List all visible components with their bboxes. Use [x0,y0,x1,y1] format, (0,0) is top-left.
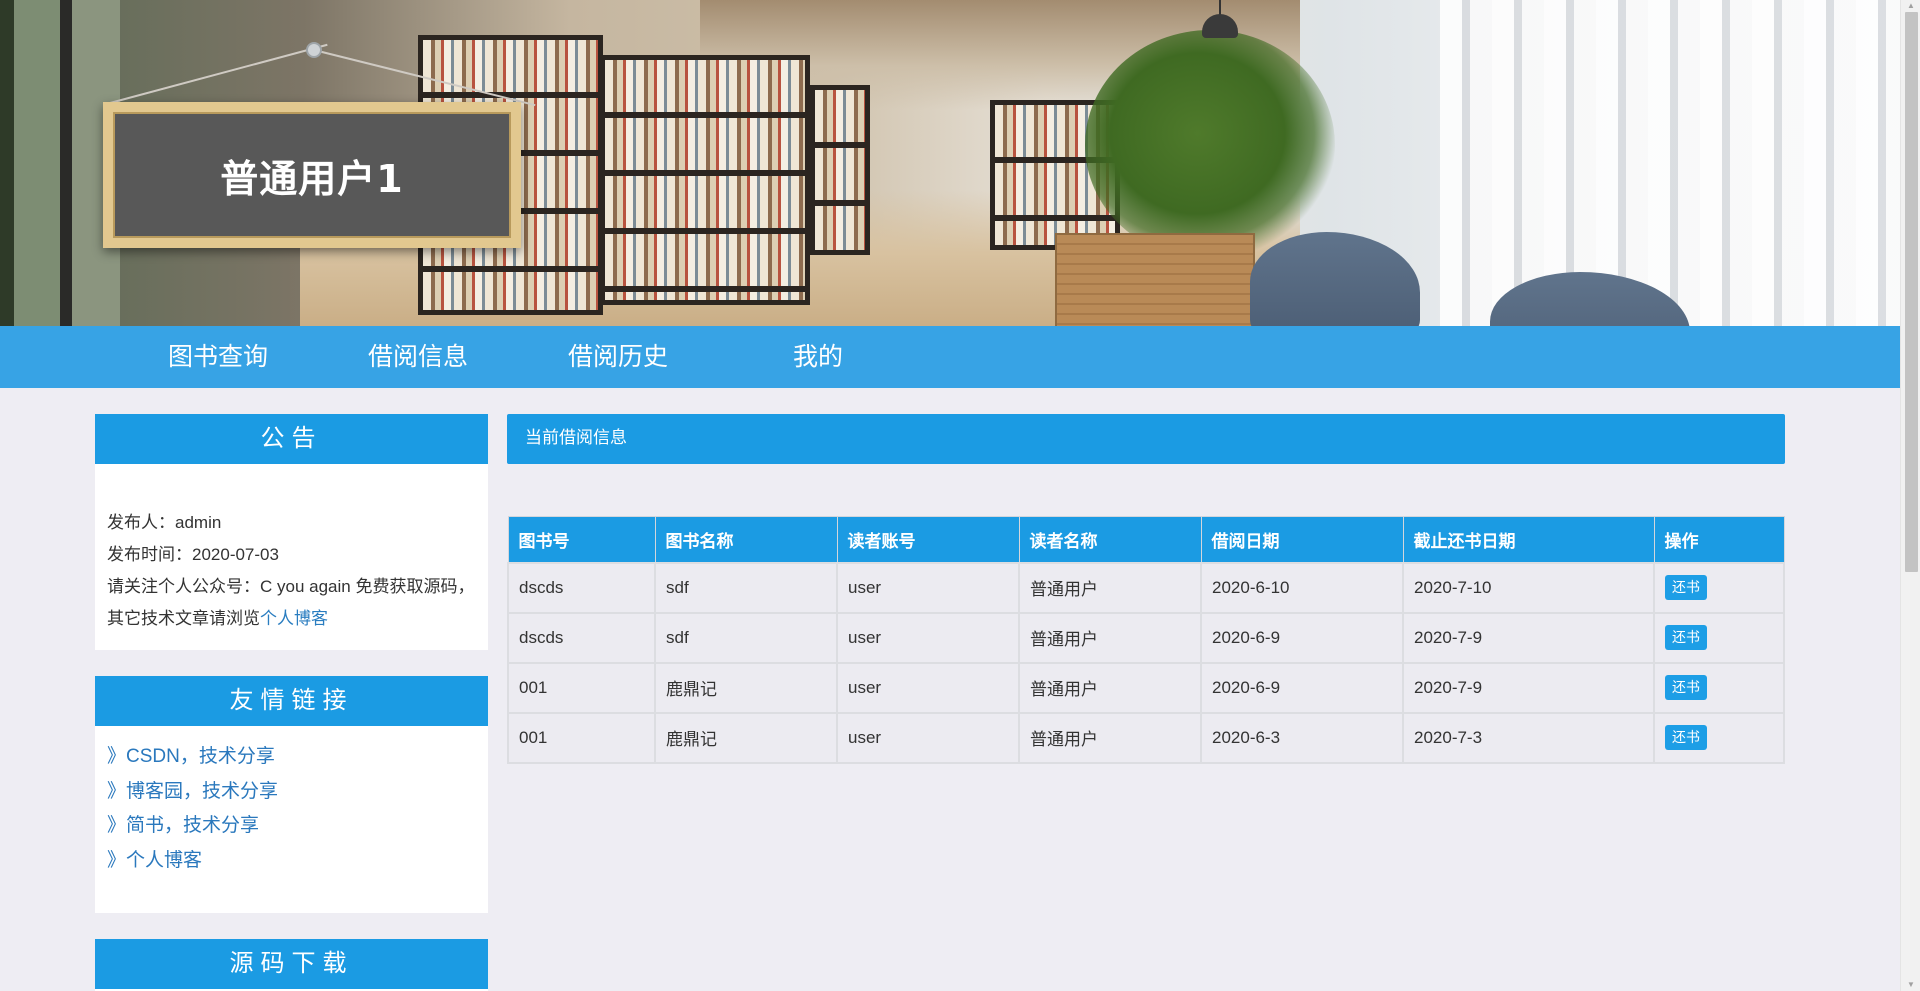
cell-borrow-date: 2020-6-9 [1200,611,1404,664]
cell-book-id: dscds [507,611,656,664]
bookshelf-image [810,85,870,255]
cell-due-date: 2020-7-10 [1402,561,1655,614]
link-csdn[interactable]: 》CSDN，技术分享 [107,740,476,775]
cell-book-id: 001 [507,711,656,764]
cell-book-id: 001 [507,661,656,714]
source-download-title[interactable]: 源码下载 [95,939,488,989]
cell-action: 还书 [1653,561,1785,614]
cell-book-id: dscds [507,561,656,614]
friend-links-panel: 友情链接 》CSDN，技术分享 》博客园，技术分享 》简书，技术分享 》个人博客 [95,676,488,913]
current-borrow-header: 当前借阅信息 [507,414,1785,464]
bookshelf-image [600,55,810,305]
col-reader-name: 读者名称 [1018,516,1202,563]
cell-action: 还书 [1653,661,1785,714]
cell-borrow-date: 2020-6-10 [1200,561,1404,614]
return-book-button[interactable]: 还书 [1665,575,1707,600]
cell-action: 还书 [1653,611,1785,664]
cell-book-name: 鹿鼎记 [654,711,838,764]
cell-book-name: 鹿鼎记 [654,661,838,714]
notice-body: 发布人：admin 发布时间：2020-07-03 请关注个人公众号：C you… [95,464,488,635]
link-cnblogs[interactable]: 》博客园，技术分享 [107,775,476,810]
friend-links-list: 》CSDN，技术分享 》博客园，技术分享 》简书，技术分享 》个人博客 [95,726,488,878]
table-row: 001 鹿鼎记 user 普通用户 2020-6-3 2020-7-3 还书 [507,711,1785,764]
notice-blog-link[interactable]: 个人博客 [260,609,328,628]
col-reader-account: 读者账号 [836,516,1020,563]
col-book-name: 图书名称 [654,516,838,563]
cell-action: 还书 [1653,711,1785,764]
notice-panel: 公告 发布人：admin 发布时间：2020-07-03 请关注个人公众号：C … [95,414,488,650]
banner-curtain [1440,0,1900,326]
user-signboard: 普通用户1 [103,102,521,248]
col-due-date: 截止还书日期 [1402,516,1655,563]
cell-reader-name: 普通用户 [1018,611,1202,664]
cell-book-name: sdf [654,561,838,614]
scroll-thumb[interactable] [1905,12,1918,572]
cell-reader-name: 普通用户 [1018,561,1202,614]
return-book-button[interactable]: 还书 [1665,675,1707,700]
table-row: dscds sdf user 普通用户 2020-6-10 2020-7-10 … [507,561,1785,614]
cell-reader-name: 普通用户 [1018,661,1202,714]
source-download-panel: 源码下载 [95,939,488,991]
pin-icon [306,42,322,58]
col-book-id: 图书号 [507,516,656,563]
planter-image [1055,233,1255,326]
cell-reader-name: 普通用户 [1018,711,1202,764]
cell-due-date: 2020-7-9 [1402,611,1655,664]
cell-reader-account: user [836,711,1020,764]
cell-book-name: sdf [654,611,838,664]
sign-string [109,43,328,104]
link-personal-blog[interactable]: 》个人博客 [107,844,476,879]
main-nav: 图书查询 借阅信息 借阅历史 我的 [0,326,1900,388]
table-row: dscds sdf user 普通用户 2020-6-9 2020-7-9 还书 [507,611,1785,664]
notice-time: 发布时间：2020-07-03 [107,545,279,564]
scroll-up-icon[interactable]: ▲ [1901,0,1920,12]
friend-links-title: 友情链接 [95,676,488,726]
scroll-down-icon[interactable]: ▼ [1901,979,1920,991]
user-name-title: 普通用户1 [220,156,404,201]
page-scrollbar[interactable]: ▲ ▼ [1900,0,1920,991]
nav-book-search[interactable]: 图书查询 [168,340,268,374]
nav-borrow-info[interactable]: 借阅信息 [368,340,468,374]
notice-content: 请关注个人公众号：C you again 免费获取源码，其它技术文章请浏览个人博… [107,571,476,635]
return-book-button[interactable]: 还书 [1665,725,1707,750]
return-book-button[interactable]: 还书 [1665,625,1707,650]
notice-publisher: 发布人：admin [107,513,222,532]
nav-my-account[interactable]: 我的 [793,340,843,374]
table-row: 001 鹿鼎记 user 普通用户 2020-6-9 2020-7-9 还书 [507,661,1785,714]
header-banner: 普通用户1 [0,0,1900,326]
cell-reader-account: user [836,661,1020,714]
cell-reader-account: user [836,611,1020,664]
col-action: 操作 [1653,516,1785,563]
lamp-icon [1200,0,1240,44]
banner-window [0,0,120,326]
plant-image [1085,30,1335,260]
table-header-row: 图书号 图书名称 读者账号 读者名称 借阅日期 截止还书日期 操作 [507,516,1785,563]
col-borrow-date: 借阅日期 [1200,516,1404,563]
cell-borrow-date: 2020-6-9 [1200,661,1404,714]
cell-reader-account: user [836,561,1020,614]
chair-image [1250,232,1420,326]
notice-title: 公告 [95,414,488,464]
borrow-table: 图书号 图书名称 读者账号 读者名称 借阅日期 截止还书日期 操作 dscds … [507,516,1785,764]
nav-borrow-history[interactable]: 借阅历史 [568,340,668,374]
cell-due-date: 2020-7-9 [1402,661,1655,714]
cell-due-date: 2020-7-3 [1402,711,1655,764]
cell-borrow-date: 2020-6-3 [1200,711,1404,764]
link-jianshu[interactable]: 》简书，技术分享 [107,809,476,844]
